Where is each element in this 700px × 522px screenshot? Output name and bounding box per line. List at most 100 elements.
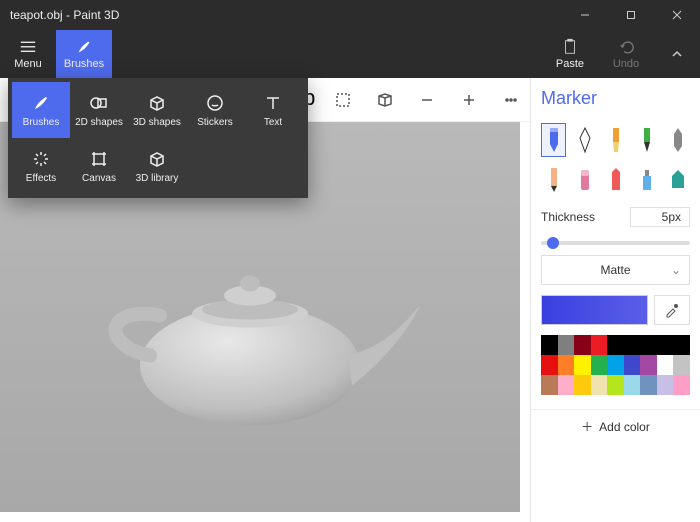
color-swatch[interactable] — [640, 355, 657, 375]
chevron-down-icon: ⌄ — [671, 263, 681, 277]
select-tool[interactable] — [334, 91, 352, 109]
stickers-icon — [205, 93, 225, 113]
tool-pixel-pen[interactable] — [665, 123, 690, 157]
tool-oil-brush[interactable] — [603, 123, 628, 157]
paste-label: Paste — [556, 58, 584, 70]
color-swatch[interactable] — [673, 355, 690, 375]
color-swatch[interactable] — [591, 335, 608, 355]
color-swatch[interactable] — [541, 375, 558, 395]
color-swatch[interactable] — [541, 335, 558, 355]
tools-flyout: Brushes 2D shapes 3D shapes Stickers Tex… — [8, 78, 308, 198]
plus-icon: ＋ — [581, 418, 593, 435]
color-swatch[interactable] — [624, 375, 641, 395]
tool-eraser[interactable] — [572, 163, 597, 197]
brushes-label: Brushes — [64, 58, 104, 70]
undo-label: Undo — [613, 58, 639, 70]
color-swatch[interactable] — [657, 375, 674, 395]
window-title: teapot.obj - Paint 3D — [0, 8, 562, 22]
thickness-slider[interactable] — [541, 241, 690, 245]
more-button[interactable] — [502, 91, 520, 109]
color-swatch[interactable] — [574, 375, 591, 395]
library-3d-icon — [147, 149, 167, 169]
flyout-3d-library[interactable]: 3D library — [128, 138, 186, 194]
paste-button[interactable]: Paste — [542, 30, 598, 78]
close-button[interactable] — [654, 0, 700, 30]
color-swatch[interactable] — [657, 355, 674, 375]
flyout-3d-shapes[interactable]: 3D shapes — [128, 82, 186, 138]
eyedropper-icon — [664, 302, 680, 318]
flyout-effects[interactable]: Effects — [12, 138, 70, 194]
flyout-stickers-label: Stickers — [197, 117, 233, 128]
flyout-canvas-label: Canvas — [82, 173, 116, 184]
flyout-brushes[interactable]: Brushes — [12, 82, 70, 138]
color-swatch[interactable] — [624, 335, 641, 355]
color-swatch[interactable] — [558, 335, 575, 355]
add-color-button[interactable]: ＋ Add color — [531, 409, 700, 443]
view-3d-button[interactable] — [376, 91, 394, 109]
tool-spray-can[interactable] — [634, 163, 659, 197]
flyout-2d-shapes[interactable]: 2D shapes — [70, 82, 128, 138]
color-swatch[interactable] — [607, 375, 624, 395]
text-icon — [263, 93, 283, 113]
color-swatch[interactable] — [558, 375, 575, 395]
color-swatch[interactable] — [558, 355, 575, 375]
slider-knob[interactable] — [547, 237, 559, 249]
flyout-effects-label: Effects — [26, 173, 56, 184]
undo-button[interactable]: Undo — [598, 30, 654, 78]
thickness-label: Thickness — [541, 210, 595, 224]
menu-icon — [19, 38, 37, 56]
color-swatch[interactable] — [591, 375, 608, 395]
color-swatch[interactable] — [673, 335, 690, 355]
tool-crayon[interactable] — [603, 163, 628, 197]
material-value: Matte — [600, 263, 630, 277]
color-swatch[interactable] — [657, 335, 674, 355]
panel-title: Marker — [541, 88, 690, 109]
collapse-ribbon-button[interactable] — [654, 30, 700, 78]
menu-button[interactable]: Menu — [0, 30, 56, 78]
minimize-button[interactable] — [562, 0, 608, 30]
color-swatch[interactable] — [640, 335, 657, 355]
flyout-text[interactable]: Text — [244, 82, 302, 138]
material-select[interactable]: Matte ⌄ — [541, 255, 690, 285]
color-swatch[interactable] — [574, 335, 591, 355]
effects-icon — [31, 149, 51, 169]
shapes-3d-icon — [147, 93, 167, 113]
tool-watercolor[interactable] — [634, 123, 659, 157]
thickness-input[interactable]: 5px — [630, 207, 690, 227]
flyout-stickers[interactable]: Stickers — [186, 82, 244, 138]
flyout-canvas[interactable]: Canvas — [70, 138, 128, 194]
color-swatch[interactable] — [607, 355, 624, 375]
flyout-3d-library-label: 3D library — [136, 173, 179, 184]
brushes-tab[interactable]: Brushes — [56, 30, 112, 78]
flyout-text-label: Text — [264, 117, 282, 128]
canvas-icon — [89, 149, 109, 169]
brush-icon — [75, 38, 93, 56]
tool-calligraphy-pen[interactable] — [572, 123, 597, 157]
color-swatch[interactable] — [607, 335, 624, 355]
tool-marker[interactable] — [541, 123, 566, 157]
side-panel: Marker Thickness 5px Matte ⌄ — [530, 78, 700, 522]
zoom-out-button[interactable] — [418, 91, 436, 109]
add-color-label: Add color — [599, 420, 650, 434]
color-palette — [541, 335, 690, 395]
color-swatch[interactable] — [541, 355, 558, 375]
app-menubar: Menu Brushes Paste Undo — [0, 30, 700, 78]
flyout-3d-label: 3D shapes — [133, 117, 181, 128]
teapot-model[interactable] — [90, 246, 430, 451]
color-swatch[interactable] — [591, 355, 608, 375]
color-swatch[interactable] — [640, 375, 657, 395]
zoom-in-button[interactable] — [460, 91, 478, 109]
tool-pencil[interactable] — [541, 163, 566, 197]
menu-label: Menu — [14, 58, 42, 70]
maximize-button[interactable] — [608, 0, 654, 30]
eyedropper-button[interactable] — [654, 295, 690, 325]
thickness-field: Thickness 5px — [541, 207, 690, 227]
color-swatch[interactable] — [624, 355, 641, 375]
chevron-up-icon — [671, 48, 683, 60]
color-swatch[interactable] — [673, 375, 690, 395]
titlebar: teapot.obj - Paint 3D — [0, 0, 700, 30]
tool-fill[interactable] — [665, 163, 690, 197]
flyout-brushes-label: Brushes — [23, 117, 60, 128]
color-swatch[interactable] — [574, 355, 591, 375]
current-color-swatch[interactable] — [541, 295, 648, 325]
